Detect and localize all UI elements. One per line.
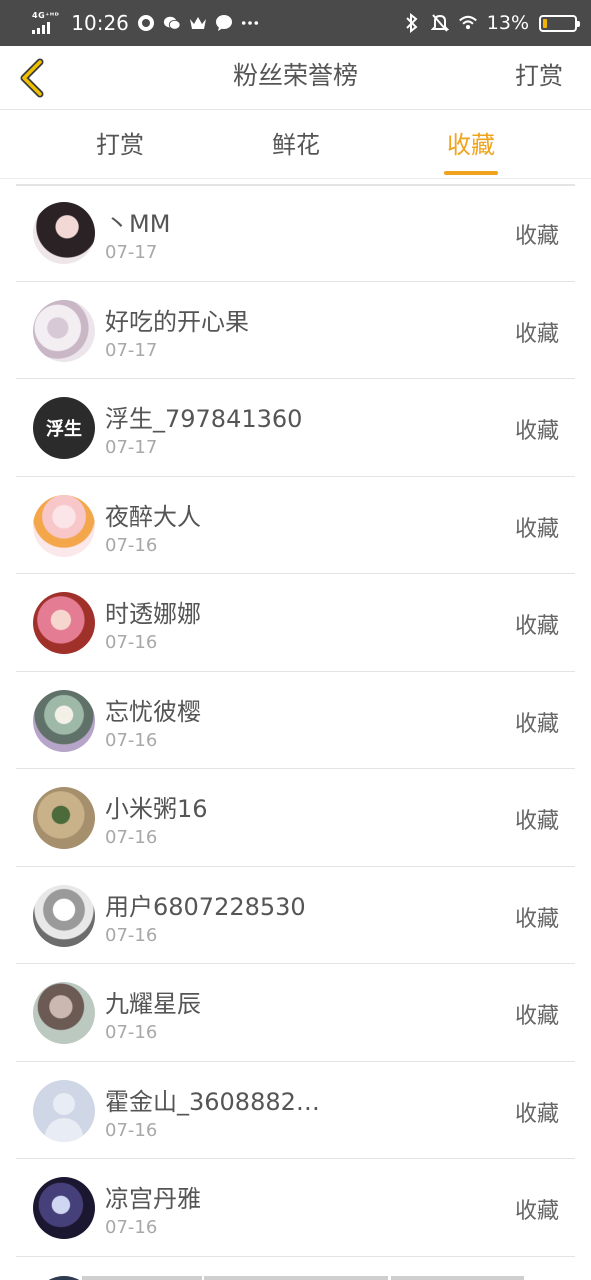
active-tab-indicator (444, 171, 498, 175)
fan-action: 收藏 (514, 419, 559, 444)
more-notifications-icon (241, 14, 259, 32)
fan-date: 07-16 (105, 632, 158, 653)
avatar (33, 689, 95, 752)
loading-bar (82, 1276, 202, 1280)
mute-bell-icon (430, 14, 449, 32)
clock: 10:26 (71, 11, 129, 35)
battery-percent: 13% (486, 12, 529, 34)
avatar-text: 浮生 (46, 419, 82, 440)
default-avatar-icon (33, 1079, 95, 1142)
fan-name: 用户6807228530 (105, 892, 306, 921)
list-item[interactable]: 小米粥16 07-16 收藏 (16, 769, 575, 867)
battery-icon (539, 14, 580, 32)
loading-bar (204, 1276, 388, 1280)
fan-date: 07-16 (105, 1022, 158, 1043)
fan-action: 收藏 (514, 1199, 559, 1224)
fan-name: 夜醉大人 (105, 502, 201, 531)
list-item-partial[interactable] (16, 1258, 575, 1280)
list-item[interactable]: 忘忧彼樱 07-16 收藏 (16, 672, 575, 769)
fan-name: 忘忧彼樱 (105, 697, 201, 726)
battery-level (543, 18, 547, 28)
list-item[interactable]: 霍金山_3608882… 07-16 收藏 (16, 1062, 575, 1159)
fan-action: 收藏 (514, 711, 559, 737)
fan-date: 07-16 (105, 534, 158, 556)
avatar (33, 299, 95, 362)
avatar (33, 202, 95, 264)
loading-bar (391, 1276, 524, 1280)
fan-name: 丶MM (105, 210, 171, 238)
status-bar: 4G⁺ᴴᴰ 10:26 13% (0, 0, 591, 46)
fan-action: 收藏 (514, 321, 559, 347)
list-top-divider (16, 184, 575, 186)
fan-date: 07-16 (105, 924, 158, 946)
list-item[interactable]: 用户6807228530 07-16 收藏 (16, 867, 575, 964)
tab-reward[interactable]: 打赏 (60, 111, 180, 179)
app-notification-icon (137, 14, 155, 32)
fan-action: 收藏 (514, 1101, 559, 1127)
avatar: 浮生 (33, 397, 95, 459)
avatar (33, 1177, 95, 1239)
fan-action: 收藏 (514, 809, 559, 834)
list-item[interactable]: 凉宫丹雅 07-16 收藏 (16, 1159, 575, 1257)
network-type: 4G⁺ᴴᴰ (32, 11, 60, 20)
list-item[interactable]: 夜醉大人 07-16 收藏 (16, 477, 575, 574)
avatar (33, 494, 95, 557)
tab-label: 鲜花 (272, 131, 320, 159)
tab-label: 打赏 (96, 131, 144, 159)
tab-label: 收藏 (447, 131, 495, 159)
fan-date: 07-17 (105, 242, 158, 263)
fan-name: 浮生_797841360 (105, 405, 303, 433)
bluetooth-icon (403, 13, 421, 33)
reward-button[interactable]: 打赏 (515, 46, 563, 110)
avatar (33, 884, 95, 947)
fan-name: 小米粥16 (105, 795, 208, 823)
fan-name: 霍金山_3608882… (105, 1087, 320, 1116)
fan-name: 时透娜娜 (105, 600, 201, 628)
list-item[interactable]: 丶MM 07-17 收藏 (16, 184, 575, 282)
fan-date: 07-16 (105, 1119, 158, 1141)
wechat-icon (163, 14, 181, 32)
tab-bar: 打赏 鲜花 收藏 (0, 111, 591, 179)
fan-action: 收藏 (514, 614, 559, 639)
signal-bars-icon (32, 22, 50, 34)
navigation-bar: 粉丝荣誉榜 打赏 (0, 46, 591, 110)
fan-date: 07-17 (105, 437, 158, 458)
avatar (33, 982, 95, 1044)
page-title: 粉丝荣誉榜 (232, 61, 358, 90)
fan-action: 收藏 (514, 1004, 559, 1029)
fan-action: 收藏 (514, 224, 559, 249)
signal-indicator: 4G⁺ᴴᴰ (32, 12, 59, 34)
fan-list[interactable]: 丶MM 07-17 收藏 好吃的开心果 07-17 收藏 浮生 浮生_79784… (0, 184, 591, 1280)
fan-action: 收藏 (514, 516, 559, 542)
fan-date: 07-17 (105, 339, 158, 361)
list-item[interactable]: 浮生 浮生_797841360 07-17 收藏 (16, 379, 575, 477)
list-item[interactable]: 九耀星辰 07-16 收藏 (16, 964, 575, 1062)
fan-name: 九耀星辰 (105, 990, 201, 1018)
list-item[interactable]: 好吃的开心果 07-17 收藏 (16, 282, 575, 379)
tab-flowers[interactable]: 鲜花 (236, 111, 356, 179)
chat-bubble-icon (215, 14, 233, 32)
fan-name: 好吃的开心果 (105, 307, 249, 336)
avatar (33, 592, 95, 654)
fan-action: 收藏 (514, 906, 559, 932)
wifi-icon (458, 14, 477, 32)
crown-icon (189, 14, 207, 32)
list-item[interactable]: 时透娜娜 07-16 收藏 (16, 574, 575, 672)
fan-date: 07-16 (105, 729, 158, 751)
fan-name: 凉宫丹雅 (105, 1185, 201, 1213)
fan-date: 07-16 (105, 827, 158, 848)
avatar (33, 787, 95, 849)
tab-favorites[interactable]: 收藏 (411, 111, 531, 179)
fan-date: 07-16 (105, 1217, 158, 1238)
